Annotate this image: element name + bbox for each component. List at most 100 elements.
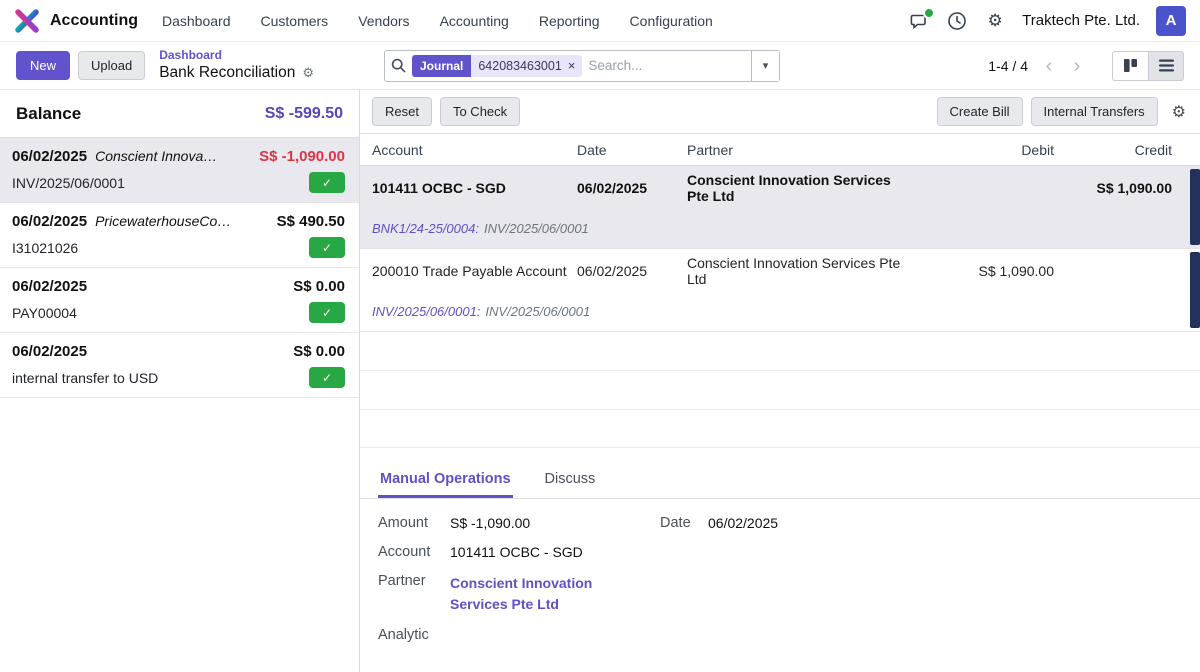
column-credit[interactable]: Credit <box>1054 142 1172 158</box>
menu-accounting[interactable]: Accounting <box>440 13 509 29</box>
cell-partner[interactable]: Conscient Innovation Services Pte Ltd <box>687 172 904 204</box>
statement-lines-panel: Balance S$ -599.50 06/02/2025 Conscient … <box>0 90 360 672</box>
breadcrumb: Dashboard Bank Reconciliation ⚙ <box>159 48 314 82</box>
reset-button[interactable]: Reset <box>372 97 432 126</box>
check-icon: ✓ <box>322 307 332 319</box>
activities-clock-icon[interactable] <box>946 10 968 32</box>
odoo-logo-icon[interactable] <box>14 8 40 34</box>
statement-line-2[interactable]: 06/02/2025 PricewaterhouseCo… S$ 490.50 … <box>0 203 359 268</box>
menu-customers[interactable]: Customers <box>261 13 329 29</box>
settings-gear-icon[interactable]: ⚙ <box>984 10 1006 32</box>
line-partner: Conscient Innova… <box>95 148 251 164</box>
balance-row: Balance S$ -599.50 <box>0 90 359 138</box>
messages-badge <box>923 7 935 19</box>
cell-account[interactable]: 200010 Trade Payable Account <box>372 263 577 279</box>
search-facet-journal: Journal 642083463001 × <box>412 55 582 77</box>
breadcrumb-dashboard-link[interactable]: Dashboard <box>159 48 314 63</box>
note-reference-link[interactable]: INV/2025/06/0001: <box>372 304 480 319</box>
pager-previous-button[interactable]: ‹ <box>1036 52 1062 80</box>
chevron-right-icon: › <box>1074 55 1081 77</box>
column-date[interactable]: Date <box>577 142 687 158</box>
partner-label: Partner <box>378 573 450 589</box>
empty-line-row <box>360 371 1200 410</box>
cell-debit[interactable]: S$ 1,090.00 <box>904 263 1054 279</box>
journal-line-group-1[interactable]: 101411 OCBC - SGD 06/02/2025 Conscient I… <box>360 166 1200 249</box>
partner-link[interactable]: Conscient Innovation Services Pte Ltd <box>450 573 628 614</box>
cell-date[interactable]: 06/02/2025 <box>577 263 687 279</box>
validate-button[interactable]: ✓ <box>309 172 345 193</box>
user-avatar[interactable]: A <box>1156 6 1186 36</box>
company-name[interactable]: Traktech Pte. Ltd. <box>1022 12 1140 29</box>
pager-next-button[interactable]: › <box>1064 52 1090 80</box>
check-icon: ✓ <box>322 177 332 189</box>
facet-value: 642083463001 <box>478 59 561 73</box>
detail-tabs: Manual Operations Discuss <box>360 462 1200 499</box>
note-reference-link[interactable]: BNK1/24-25/0004: <box>372 221 479 236</box>
row-scrollbar-thumb[interactable] <box>1190 252 1200 328</box>
note-reference-text: INV/2025/06/0001 <box>484 221 589 236</box>
messages-icon[interactable] <box>908 10 930 32</box>
create-bill-button[interactable]: Create Bill <box>937 97 1023 126</box>
menu-vendors[interactable]: Vendors <box>358 13 409 29</box>
column-partner[interactable]: Partner <box>687 142 904 158</box>
search-bar: Journal 642083463001 × ▾ <box>384 50 780 82</box>
pager-range: 1-4 / 4 <box>988 58 1028 74</box>
new-button[interactable]: New <box>16 51 70 80</box>
kanban-icon <box>1123 58 1138 73</box>
list-view-button[interactable] <box>1148 51 1184 81</box>
internal-transfers-button[interactable]: Internal Transfers <box>1031 97 1158 126</box>
line-date: 06/02/2025 <box>12 343 87 360</box>
menu-reporting[interactable]: Reporting <box>539 13 600 29</box>
list-icon <box>1159 59 1174 72</box>
statement-line-3[interactable]: 06/02/2025 S$ 0.00 PAY00004 ✓ <box>0 268 359 333</box>
menu-configuration[interactable]: Configuration <box>630 13 713 29</box>
amount-label: Amount <box>378 515 450 531</box>
chevron-left-icon: ‹ <box>1046 55 1053 77</box>
line-reference: INV/2025/06/0001 <box>12 175 125 191</box>
account-value[interactable]: 101411 OCBC - SGD <box>450 544 1182 560</box>
reconciliation-panel: Reset To Check Create Bill Internal Tran… <box>360 90 1200 672</box>
kanban-view-button[interactable] <box>1112 51 1148 81</box>
reconciliation-toolbar: Reset To Check Create Bill Internal Tran… <box>360 90 1200 134</box>
journal-line-group-2[interactable]: 200010 Trade Payable Account 06/02/2025 … <box>360 249 1200 332</box>
upload-button[interactable]: Upload <box>78 51 145 80</box>
cell-credit[interactable]: S$ 1,090.00 <box>1054 180 1172 196</box>
statement-line-1[interactable]: 06/02/2025 Conscient Innova… S$ -1,090.0… <box>0 138 359 203</box>
tab-discuss[interactable]: Discuss <box>543 462 598 498</box>
cell-account[interactable]: 101411 OCBC - SGD <box>372 180 577 196</box>
page-title: Bank Reconciliation <box>159 63 295 82</box>
manual-operations-form: Amount S$ -1,090.00 Date 06/02/2025 Acco… <box>360 499 1200 672</box>
validate-button[interactable]: ✓ <box>309 367 345 388</box>
note-reference-text: INV/2025/06/0001 <box>485 304 590 319</box>
column-account[interactable]: Account <box>372 142 577 158</box>
empty-line-row <box>360 332 1200 371</box>
column-debit[interactable]: Debit <box>904 142 1054 158</box>
cell-partner[interactable]: Conscient Innovation Services Pte Ltd <box>687 255 904 287</box>
tab-manual-operations[interactable]: Manual Operations <box>378 462 513 498</box>
cell-date[interactable]: 06/02/2025 <box>577 180 687 196</box>
date-value[interactable]: 06/02/2025 <box>708 515 1182 531</box>
balance-label: Balance <box>16 104 81 124</box>
facet-remove-icon[interactable]: × <box>568 59 576 72</box>
actions-gear-icon[interactable]: ⚙ <box>302 65 314 81</box>
app-name[interactable]: Accounting <box>50 12 138 30</box>
line-reference: PAY00004 <box>12 305 77 321</box>
toolbar-gear-icon[interactable]: ⚙ <box>1172 102 1186 122</box>
to-check-button[interactable]: To Check <box>440 97 520 126</box>
line-amount: S$ 490.50 <box>277 213 345 230</box>
line-amount: S$ 0.00 <box>293 278 345 295</box>
lines-table-header: Account Date Partner Debit Credit <box>360 134 1200 166</box>
search-input[interactable] <box>588 58 745 73</box>
pager: 1-4 / 4 ‹ › <box>988 52 1090 80</box>
view-switcher <box>1112 51 1184 81</box>
validate-button[interactable]: ✓ <box>309 237 345 258</box>
menu-dashboard[interactable]: Dashboard <box>162 13 231 29</box>
statement-line-4[interactable]: 06/02/2025 S$ 0.00 internal transfer to … <box>0 333 359 398</box>
search-dropdown-toggle[interactable]: ▾ <box>751 51 779 81</box>
account-label: Account <box>378 544 450 560</box>
empty-line-row <box>360 410 1200 449</box>
validate-button[interactable]: ✓ <box>309 302 345 323</box>
line-amount: S$ -1,090.00 <box>259 148 345 165</box>
check-icon: ✓ <box>322 372 332 384</box>
row-scrollbar-thumb[interactable] <box>1190 169 1200 245</box>
